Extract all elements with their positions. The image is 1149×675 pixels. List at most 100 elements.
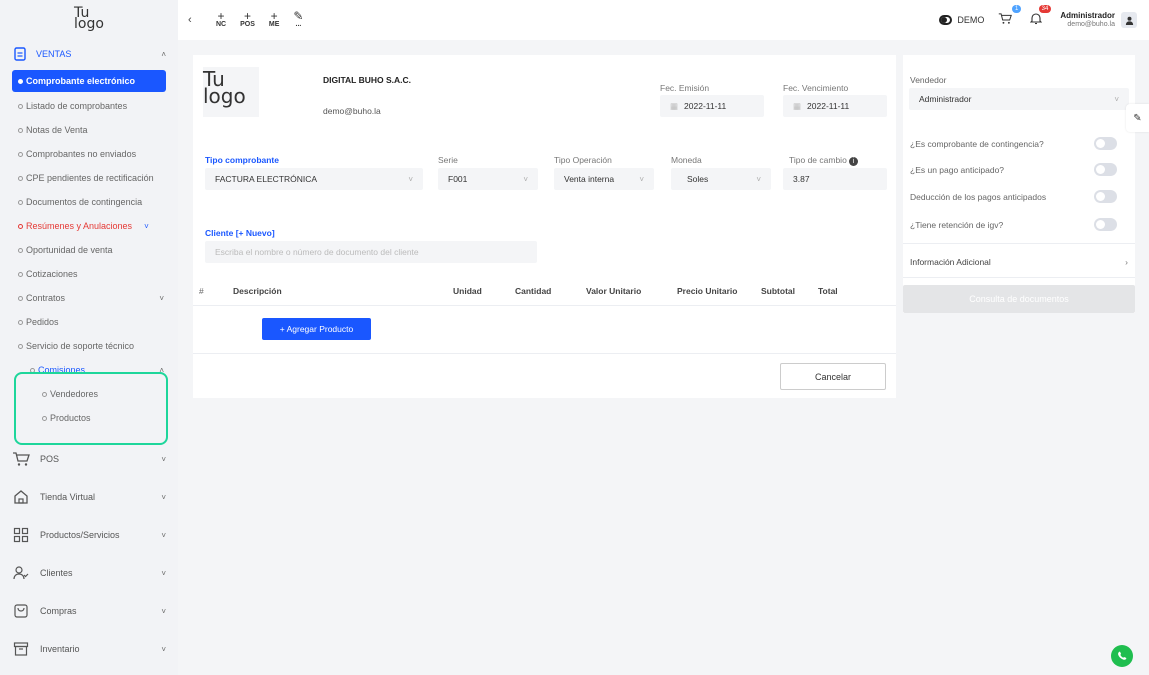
fec-emision-label: Fec. Emisión <box>660 83 710 93</box>
bullet-icon <box>18 247 23 253</box>
cart-button[interactable]: 1 <box>998 5 1022 28</box>
moneda-select[interactable]: Soles ˅ <box>671 168 771 190</box>
cart-icon <box>12 450 30 468</box>
button-label: NC <box>216 21 227 28</box>
sidebar-subitem-vendedores[interactable]: Vendedores <box>0 382 178 406</box>
sidebar-item-contratos[interactable]: Contratos ˅ <box>0 286 178 310</box>
sidebar-module-pos[interactable]: POS ˅ <box>0 440 178 478</box>
sidebar-module-clientes[interactable]: Clientes ˅ <box>0 554 178 592</box>
sidebar-module-compras[interactable]: Compras ˅ <box>0 592 178 630</box>
avatar[interactable] <box>1121 12 1137 28</box>
user-email: demo@buho.la <box>1067 21 1115 28</box>
company-logo: Tu logo <box>203 67 259 117</box>
chevron-down-icon: ˅ <box>161 606 166 616</box>
fec-venc-label: Fec. Vencimiento <box>783 83 849 93</box>
user-menu[interactable]: Administrador demo@buho.la <box>1060 11 1115 29</box>
sidebar-module-tienda[interactable]: Tienda Virtual ˅ <box>0 478 178 516</box>
pago-anticipado-label: ¿Es un pago anticipado? <box>910 165 1005 175</box>
serie-select[interactable]: F001 ˅ <box>438 168 538 190</box>
sidebar-item-cotizaciones[interactable]: Cotizaciones <box>0 262 178 286</box>
sidebar-module-inventario[interactable]: Inventario ˅ <box>0 630 178 668</box>
chevron-up-icon: ˄ <box>161 49 166 59</box>
chevron-down-icon: ˅ <box>161 530 166 540</box>
button-label: ME <box>268 21 280 28</box>
sidebar-subitem-productos[interactable]: Productos <box>0 406 178 430</box>
tipo-comp-select[interactable]: FACTURA ELECTRÓNICA ˅ <box>205 168 423 190</box>
sidebar-item-label: Documentos de contingencia <box>26 197 143 207</box>
retencion-toggle[interactable] <box>1094 218 1117 231</box>
brush-icon: ✎ <box>1133 112 1142 124</box>
add-product-button[interactable]: + Agregar Producto <box>262 318 371 340</box>
info-adicional-row[interactable]: Información Adicional › <box>910 257 1128 267</box>
edit-more-button[interactable]: ✎... <box>293 10 303 29</box>
chevron-down-icon: ˅ <box>161 454 166 464</box>
chevron-left-icon[interactable]: ‹ <box>188 14 198 26</box>
sidebar-item-label: Comisiones <box>38 365 86 375</box>
tipo-op-select[interactable]: Venta interna ˅ <box>554 168 654 190</box>
sidebar-item-soporte[interactable]: Servicio de soporte técnico <box>0 334 178 358</box>
tipo-cambio-field[interactable]: 3.87 <box>783 168 887 190</box>
sidebar-item-resumenes[interactable]: Resúmenes y Anulaciones ˅ <box>0 214 178 238</box>
fec-venc-value: 2022-11-11 <box>807 101 850 111</box>
sidebar-item-label: CPE pendientes de rectificación <box>26 173 154 183</box>
options-panel: Vendedor Administrador ˅ ¿Es comprobante … <box>903 55 1135 313</box>
new-nc-button[interactable]: + NC <box>216 10 227 29</box>
sidebar-item-notas-venta[interactable]: Notas de Venta <box>0 118 178 142</box>
contingencia-toggle[interactable] <box>1094 137 1117 150</box>
sidebar-section-ventas[interactable]: VENTAS ˄ <box>0 42 178 66</box>
sidebar-item-label: Resúmenes y Anulaciones <box>26 221 133 231</box>
deduccion-toggle[interactable] <box>1094 190 1117 203</box>
consulta-documentos-button[interactable]: Consulta de documentos <box>903 285 1135 313</box>
sidebar-item-label: Comprobantes no enviados <box>26 149 137 159</box>
col-header-total: Total <box>818 286 838 296</box>
sidebar-item-label: Contratos <box>26 293 66 303</box>
sidebar-module-productos[interactable]: Productos/Servicios ˅ <box>0 516 178 554</box>
chevron-down-icon: ˅ <box>161 492 166 502</box>
cancel-button[interactable]: Cancelar <box>780 363 886 390</box>
sidebar-item-pedidos[interactable]: Pedidos <box>0 310 178 334</box>
sidebar-module-label: Tienda Virtual <box>40 492 96 502</box>
sidebar-item-comprobante-electronico[interactable]: Comprobante electrónico <box>12 70 166 92</box>
sidebar-item-listado[interactable]: Listado de comprobantes <box>0 94 178 118</box>
pago-anticipado-toggle[interactable] <box>1094 163 1117 176</box>
divider <box>903 277 1135 278</box>
fec-emision-field[interactable]: ▦ 2022-11-11 <box>660 95 764 117</box>
cliente-label[interactable]: Cliente [+ Nuevo] <box>205 228 275 238</box>
sidebar-module-label: Productos/Servicios <box>40 530 120 540</box>
col-header-precio-unitario: Precio Unitario <box>677 286 738 296</box>
chevron-down-icon: ˅ <box>161 644 166 654</box>
chevron-up-icon: ˄ <box>159 365 164 375</box>
sidebar-module-label: Inventario <box>40 644 80 654</box>
bullet-icon <box>18 127 23 133</box>
sidebar-item-oportunidad[interactable]: Oportunidad de venta <box>0 238 178 262</box>
user-name: Administrador <box>1060 11 1115 20</box>
bullet-icon <box>30 367 35 373</box>
whatsapp-button[interactable] <box>1111 645 1133 667</box>
notifications-button[interactable]: 34 <box>1030 5 1052 28</box>
contingencia-label: ¿Es comprobante de contingencia? <box>910 139 1044 149</box>
new-me-button[interactable]: + ME <box>268 10 280 29</box>
bag-icon <box>12 602 30 620</box>
divider <box>193 305 896 306</box>
demo-toggle[interactable]: DEMO <box>939 15 984 25</box>
calendar-icon: ▦ <box>670 100 679 111</box>
fec-venc-field[interactable]: ▦ 2022-11-11 <box>783 95 887 117</box>
sidebar-item-comisiones[interactable]: Comisiones ˄ <box>0 358 178 382</box>
logo[interactable]: Tu logo <box>0 0 178 38</box>
col-header-descripcion: Descripción <box>233 286 282 296</box>
sidebar-item-contingencia[interactable]: Documentos de contingencia <box>0 190 178 214</box>
col-header-subtotal: Subtotal <box>761 286 795 296</box>
sidebar-item-no-enviados[interactable]: Comprobantes no enviados <box>0 142 178 166</box>
sidebar-item-label: Listado de comprobantes <box>26 101 128 111</box>
cliente-search-input[interactable]: Escriba el nombre o número de documento … <box>205 241 537 263</box>
toggle-icon <box>939 15 953 25</box>
info-icon[interactable]: i <box>849 157 859 166</box>
vendedor-select[interactable]: Administrador ˅ <box>909 88 1129 110</box>
col-header-cantidad: Cantidad <box>515 286 552 296</box>
serie-value: F001 <box>448 174 468 184</box>
customize-tab[interactable]: ✎ <box>1126 104 1149 132</box>
topbar: ‹ + NC + POS + ME ✎... DEMO 1 34 Administra… <box>178 0 1149 40</box>
new-pos-button[interactable]: + POS <box>240 10 255 29</box>
sidebar-item-cpe-pendientes[interactable]: CPE pendientes de rectificación <box>0 166 178 190</box>
document-icon <box>12 46 28 62</box>
